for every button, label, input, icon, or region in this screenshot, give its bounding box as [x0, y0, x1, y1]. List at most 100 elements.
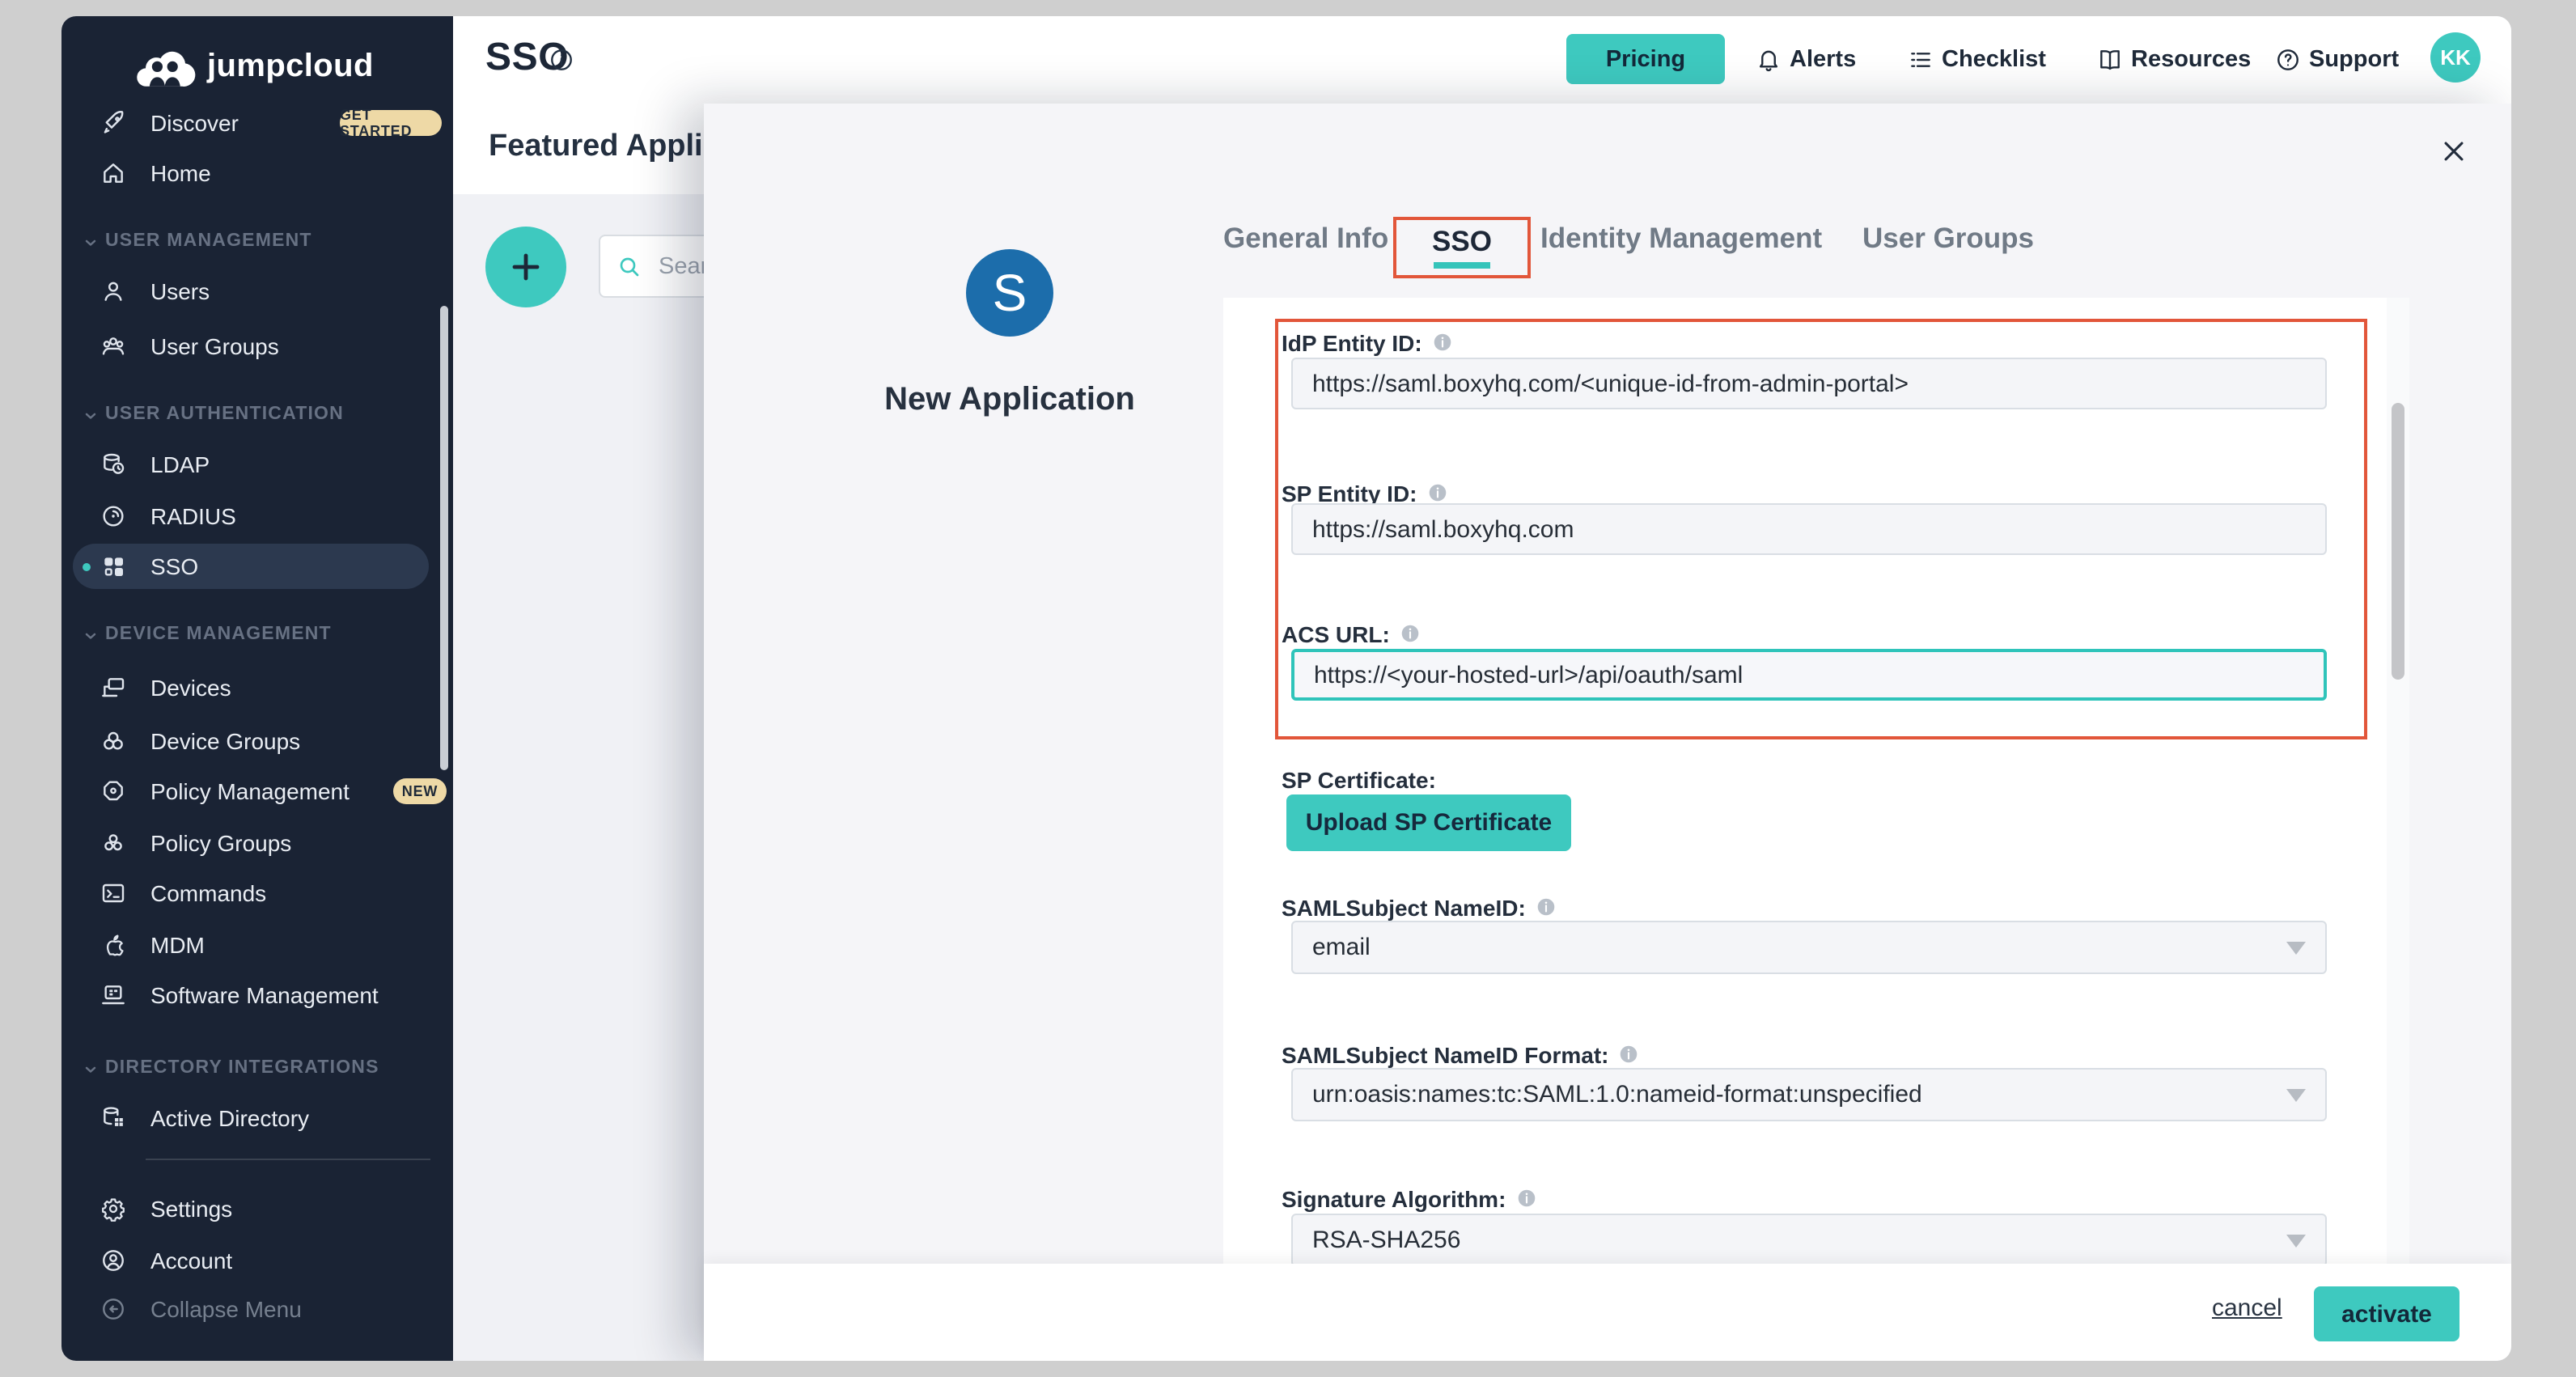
info-icon[interactable] [1619, 1044, 1640, 1065]
sidebar-item-sso[interactable]: SSO [61, 544, 453, 589]
section-label: DIRECTORY INTEGRATIONS [105, 1058, 379, 1078]
featured-applications-bar: Featured Applica [453, 104, 728, 194]
idp-entity-id-label: IdP Entity ID: [1282, 329, 1422, 355]
support-button[interactable]: Support [2275, 16, 2399, 104]
sidebar-item-label: SSO [150, 553, 198, 579]
sso-grid-icon [100, 553, 126, 579]
signature-algorithm-select[interactable]: RSA-SHA256 [1291, 1214, 2327, 1267]
dropdown-caret-icon [2286, 1088, 2306, 1101]
tab-user-groups[interactable]: User Groups [1862, 222, 2034, 256]
sidebar-item-devices[interactable]: Devices [61, 665, 453, 710]
sidebar-item-active-directory[interactable]: Active Directory [61, 1095, 453, 1141]
brand-name: jumpcloud [207, 48, 374, 85]
sidebar-item-account[interactable]: Account [61, 1238, 453, 1283]
featured-applications-title: Featured Applica [489, 129, 737, 165]
section-label: DEVICE MANAGEMENT [105, 625, 332, 644]
apple-mdm-icon [100, 932, 126, 958]
sp-entity-id-label-row: SP Entity ID: [1282, 481, 1448, 505]
tab-identity-management[interactable]: Identity Management [1540, 222, 1822, 256]
sidebar-item-label: MDM [150, 932, 205, 958]
sidebar: jumpcloud Discover GET STARTED Home [61, 16, 453, 1361]
cancel-link[interactable]: cancel [2212, 1294, 2282, 1322]
sidebar-item-label: Policy Groups [150, 830, 291, 856]
acs-url-label: ACS URL: [1282, 621, 1390, 646]
sidebar-item-user-groups[interactable]: User Groups [61, 324, 453, 369]
sidebar-item-label: Users [150, 278, 210, 304]
application-logo: S [966, 249, 1053, 337]
plus-icon [506, 248, 545, 286]
sidebar-item-device-groups[interactable]: Device Groups [61, 718, 453, 764]
sidebar-item-policy-management[interactable]: Policy Management NEW [61, 769, 453, 814]
avatar[interactable]: KK [2430, 32, 2481, 83]
stage: jumpcloud Discover GET STARTED Home [0, 0, 2576, 1377]
tab-general-info[interactable]: General Info [1223, 222, 1388, 256]
add-application-button[interactable] [485, 227, 566, 307]
sidebar-item-ldap[interactable]: LDAP [61, 442, 453, 487]
sidebar-item-home[interactable]: Home [61, 150, 453, 196]
question-circle-icon [2275, 47, 2301, 73]
nameid-selected-value: email [1312, 934, 1371, 961]
resources-button[interactable]: Resources [2097, 16, 2251, 104]
radius-icon [100, 503, 126, 529]
nameid-select[interactable]: email [1291, 921, 2327, 974]
info-icon[interactable] [1427, 482, 1448, 503]
chevron-down-icon [83, 408, 99, 424]
sidebar-item-software-management[interactable]: Software Management [61, 972, 453, 1018]
sidebar-item-commands[interactable]: Commands [61, 871, 453, 916]
sidebar-item-label: Commands [150, 880, 266, 906]
activate-button[interactable]: activate [2314, 1286, 2459, 1341]
account-icon [100, 1248, 126, 1273]
chevron-down-icon [83, 235, 99, 251]
checklist-button[interactable]: Checklist [1908, 16, 2046, 104]
nameid-format-label-row: SAMLSubject NameID Format: [1282, 1042, 1640, 1066]
sidebar-section-user-management[interactable]: USER MANAGEMENT [61, 228, 453, 254]
support-label: Support [2309, 47, 2399, 73]
alerts-button[interactable]: Alerts [1756, 16, 1856, 104]
bell-icon [1756, 47, 1782, 73]
nameid-format-select[interactable]: urn:oasis:names:tc:SAML:1.0:nameid-forma… [1291, 1068, 2327, 1121]
sidebar-item-label: RADIUS [150, 503, 236, 529]
sidebar-item-collapse-menu[interactable]: Collapse Menu [61, 1286, 453, 1332]
application-initial: S [993, 263, 1027, 323]
gear-icon [100, 1196, 126, 1222]
section-label: USER MANAGEMENT [105, 231, 312, 251]
get-started-badge: GET STARTED [340, 110, 442, 136]
sidebar-item-discover[interactable]: Discover GET STARTED [61, 100, 453, 146]
home-icon [100, 160, 126, 186]
info-icon[interactable] [1400, 623, 1421, 644]
info-icon[interactable] [1432, 332, 1453, 353]
sidebar-scrollbar-thumb[interactable] [440, 306, 448, 770]
info-icon[interactable] [1536, 896, 1557, 917]
sidebar-item-settings[interactable]: Settings [61, 1186, 453, 1231]
sidebar-item-radius[interactable]: RADIUS [61, 494, 453, 539]
nameid-label-row: SAMLSubject NameID: [1282, 895, 1557, 919]
book-icon [2097, 47, 2123, 73]
sidebar-item-users[interactable]: Users [61, 269, 453, 314]
pricing-button[interactable]: Pricing [1566, 34, 1725, 84]
upload-sp-certificate-button[interactable]: Upload SP Certificate [1286, 794, 1571, 851]
acs-url-input[interactable] [1291, 649, 2327, 701]
info-icon[interactable] [549, 47, 574, 73]
close-icon[interactable] [2432, 129, 2474, 172]
modal-scrollbar-thumb[interactable] [2392, 403, 2404, 680]
sidebar-section-directory-integrations[interactable]: DIRECTORY INTEGRATIONS [61, 1055, 453, 1081]
sidebar-item-label: Device Groups [150, 728, 300, 754]
tab-sso[interactable]: SSO [1393, 217, 1531, 278]
sp-entity-id-input[interactable] [1291, 503, 2327, 555]
sidebar-item-label: Home [150, 160, 211, 186]
active-tab-underline [1434, 262, 1490, 269]
section-label: USER AUTHENTICATION [105, 405, 344, 424]
acs-url-label-row: ACS URL: [1282, 621, 1421, 646]
top-header: SSO Pricing Alerts Checklist Resources [453, 16, 2511, 104]
signature-algorithm-label: Signature Algorithm: [1282, 1185, 1506, 1211]
sidebar-item-policy-groups[interactable]: Policy Groups [61, 820, 453, 866]
brand-logo[interactable]: jumpcloud [133, 42, 374, 91]
alerts-label: Alerts [1790, 47, 1856, 73]
sidebar-section-device-management[interactable]: DEVICE MANAGEMENT [61, 621, 453, 647]
info-icon[interactable] [1515, 1188, 1536, 1209]
sidebar-section-user-authentication[interactable]: USER AUTHENTICATION [61, 401, 453, 427]
sidebar-item-mdm[interactable]: MDM [61, 922, 453, 968]
nameid-format-label: SAMLSubject NameID Format: [1282, 1041, 1609, 1067]
idp-entity-id-input[interactable] [1291, 358, 2327, 409]
devices-icon [100, 675, 126, 701]
